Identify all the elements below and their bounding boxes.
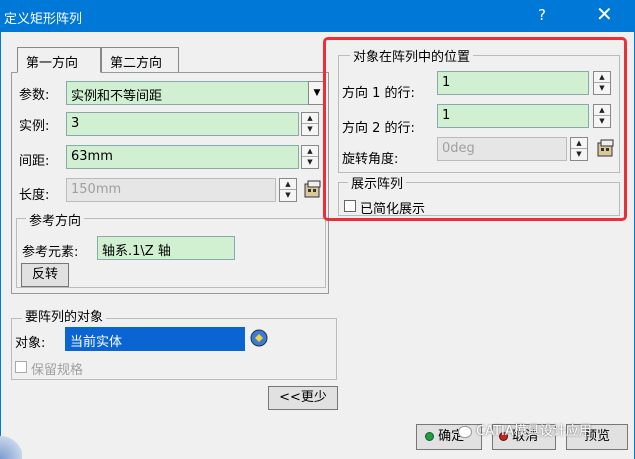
tab-second-direction[interactable]: 第二方向 <box>101 47 179 73</box>
reference-element-field[interactable]: 轴系.1\Z 轴 <box>97 236 235 260</box>
length-spinner: ▲ ▼ <box>279 178 297 202</box>
ok-icon <box>425 432 434 441</box>
spacing-spinner[interactable]: ▲ ▼ <box>301 145 319 169</box>
highlight-box <box>323 37 627 221</box>
select-object-icon[interactable] <box>249 328 269 348</box>
reference-group-title: 参考方向 <box>26 210 85 229</box>
param-label: 参数: <box>19 88 50 103</box>
keep-spec-checkbox <box>15 361 27 373</box>
spin-up-icon[interactable]: ▲ <box>302 146 318 157</box>
length-input: 150mm <box>66 178 276 202</box>
reference-element-label: 参考元素: <box>22 245 79 260</box>
instances-input[interactable]: 3 <box>66 112 299 136</box>
close-icon[interactable]: ✕ <box>596 2 613 26</box>
object-field[interactable]: 当前实体 <box>65 327 245 351</box>
window-title: 定义矩形阵列 <box>4 12 83 27</box>
wechat-icon <box>458 425 472 438</box>
title-bar: 定义矩形阵列 ? ✕ <box>0 0 635 32</box>
param-select[interactable]: 实例和不等间距 <box>66 81 309 105</box>
less-button[interactable]: <<更少 <box>268 386 338 410</box>
spin-down-icon: ▼ <box>285 191 291 199</box>
watermark: CATIA模具设计应用 <box>458 420 592 439</box>
spin-up-icon: ▲ <box>280 179 296 190</box>
spacing-label: 间距: <box>19 154 50 169</box>
object-label: 对象: <box>15 336 46 351</box>
length-label: 长度: <box>19 188 50 203</box>
reverse-button[interactable]: 反转 <box>21 263 69 287</box>
spin-down-icon[interactable]: ▼ <box>302 157 318 168</box>
corner-decoration <box>0 435 22 459</box>
instances-spinner[interactable]: ▲ ▼ <box>301 112 319 136</box>
spin-up-icon[interactable]: ▲ <box>302 113 318 124</box>
spacing-input[interactable]: 63mm <box>66 145 299 169</box>
help-icon[interactable]: ? <box>538 6 546 24</box>
formula-icon[interactable] <box>303 180 323 200</box>
tab-label: 第二方向 <box>110 56 163 71</box>
object-group-title: 要阵列的对象 <box>22 306 107 325</box>
spin-down-icon[interactable]: ▼ <box>302 124 318 135</box>
instances-label: 实例: <box>19 119 50 134</box>
tab-first-direction[interactable]: 第一方向 <box>17 47 101 73</box>
tab-label: 第一方向 <box>26 56 79 71</box>
keep-spec-label: 保留规格 <box>31 363 84 378</box>
watermark-text: CATIA模具设计应用 <box>476 424 592 439</box>
